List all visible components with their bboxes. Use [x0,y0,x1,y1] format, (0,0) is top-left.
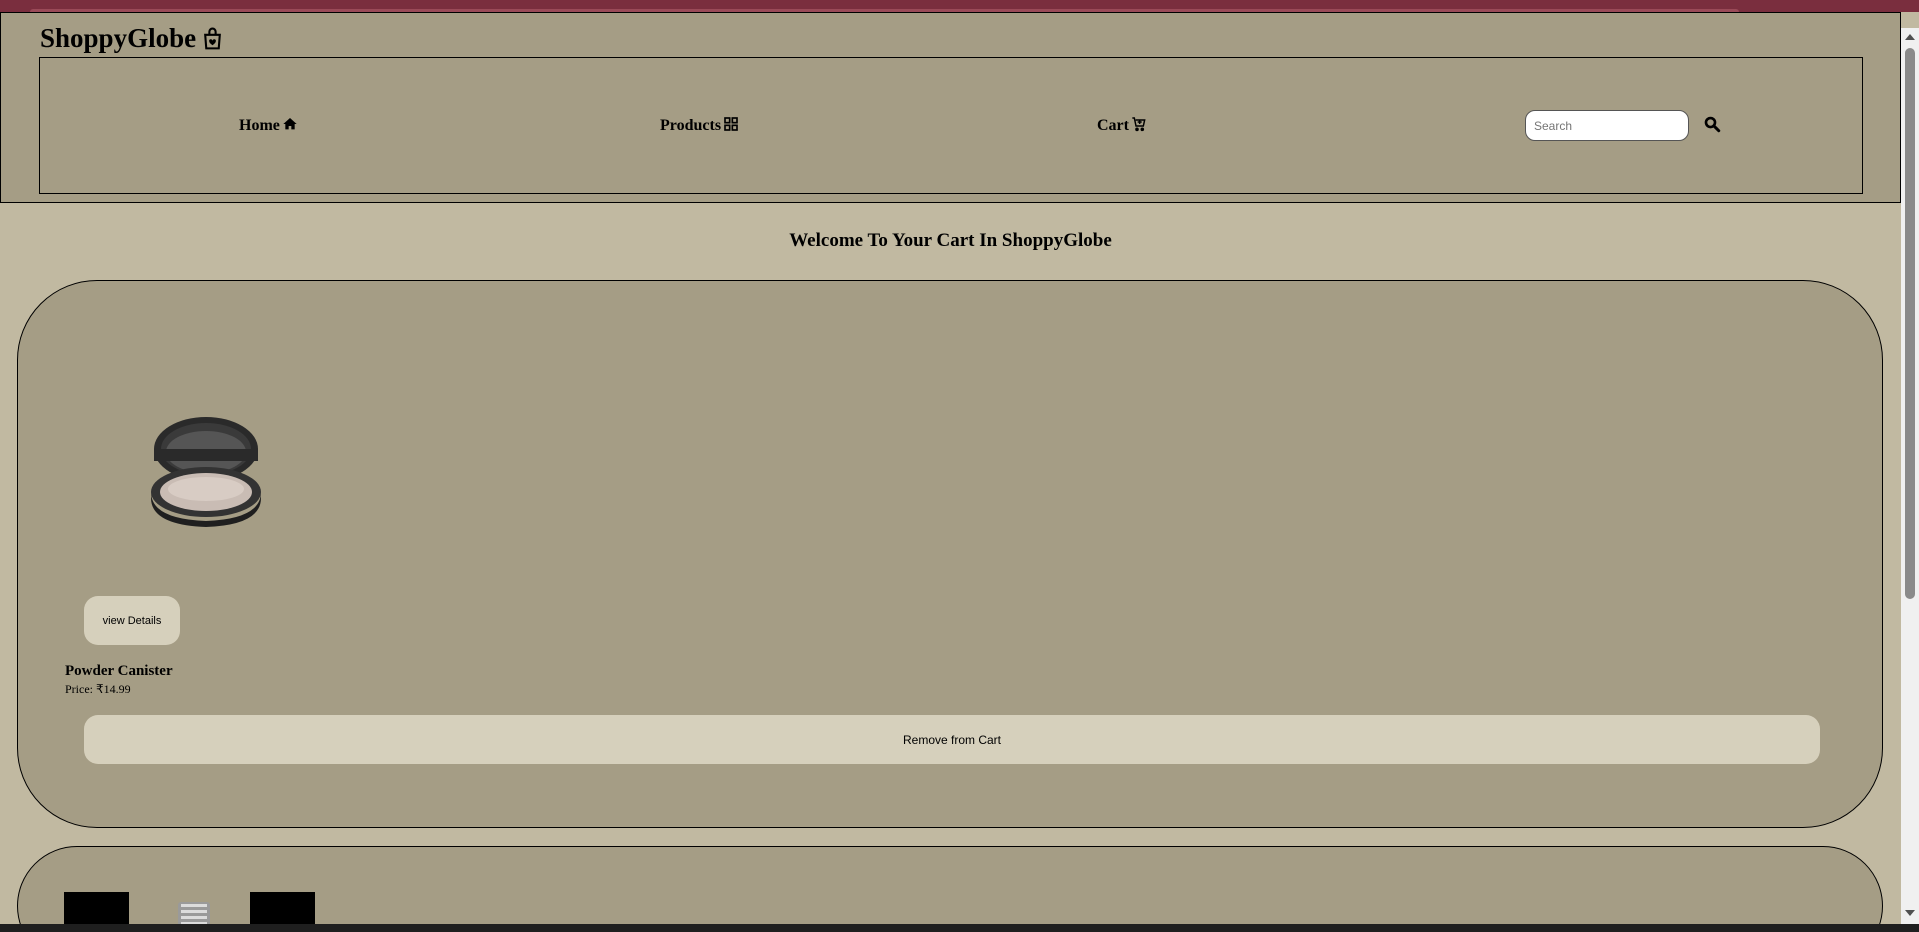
search-icon[interactable] [1703,115,1721,133]
scrollbar-thumb[interactable] [1905,48,1915,599]
nav-home[interactable]: Home [239,117,298,135]
nav-products[interactable]: Products [660,116,739,135]
remove-from-cart-button[interactable]: Remove from Cart [84,715,1820,764]
nav-home-label: Home [239,117,280,134]
nav-cart-label: Cart [1097,117,1129,134]
brand-name: ShoppyGlobe [40,23,197,53]
browser-top-strip [0,0,1919,12]
grid-icon [724,116,738,131]
bottom-bar [0,924,1919,932]
search-input[interactable] [1525,110,1689,141]
home-icon [283,117,297,129]
scroll-up-arrow-icon[interactable] [1904,31,1916,43]
shopping-bag-heart-icon [204,27,221,49]
site-header: ShoppyGlobe Home Products Cart [0,12,1901,203]
scroll-down-arrow-icon[interactable] [1904,907,1916,919]
page-title: Welcome To Your Cart In ShoppyGlobe [789,230,1112,251]
view-details-button[interactable]: view Details [84,596,180,645]
cart-plus-icon [1132,116,1146,131]
product-image[interactable] [131,394,281,544]
product-name: Powder Canister [65,663,173,679]
brand[interactable]: ShoppyGlobe [40,23,225,54]
main-nav: Home Products Cart [39,57,1863,194]
cart-item-card [17,846,1883,932]
product-price: Price: ₹14.99 [65,682,131,696]
nav-cart[interactable]: Cart [1097,116,1147,135]
nav-products-label: Products [660,117,722,134]
cart-item-card: view Details Powder Canister Price: ₹14.… [17,280,1883,828]
